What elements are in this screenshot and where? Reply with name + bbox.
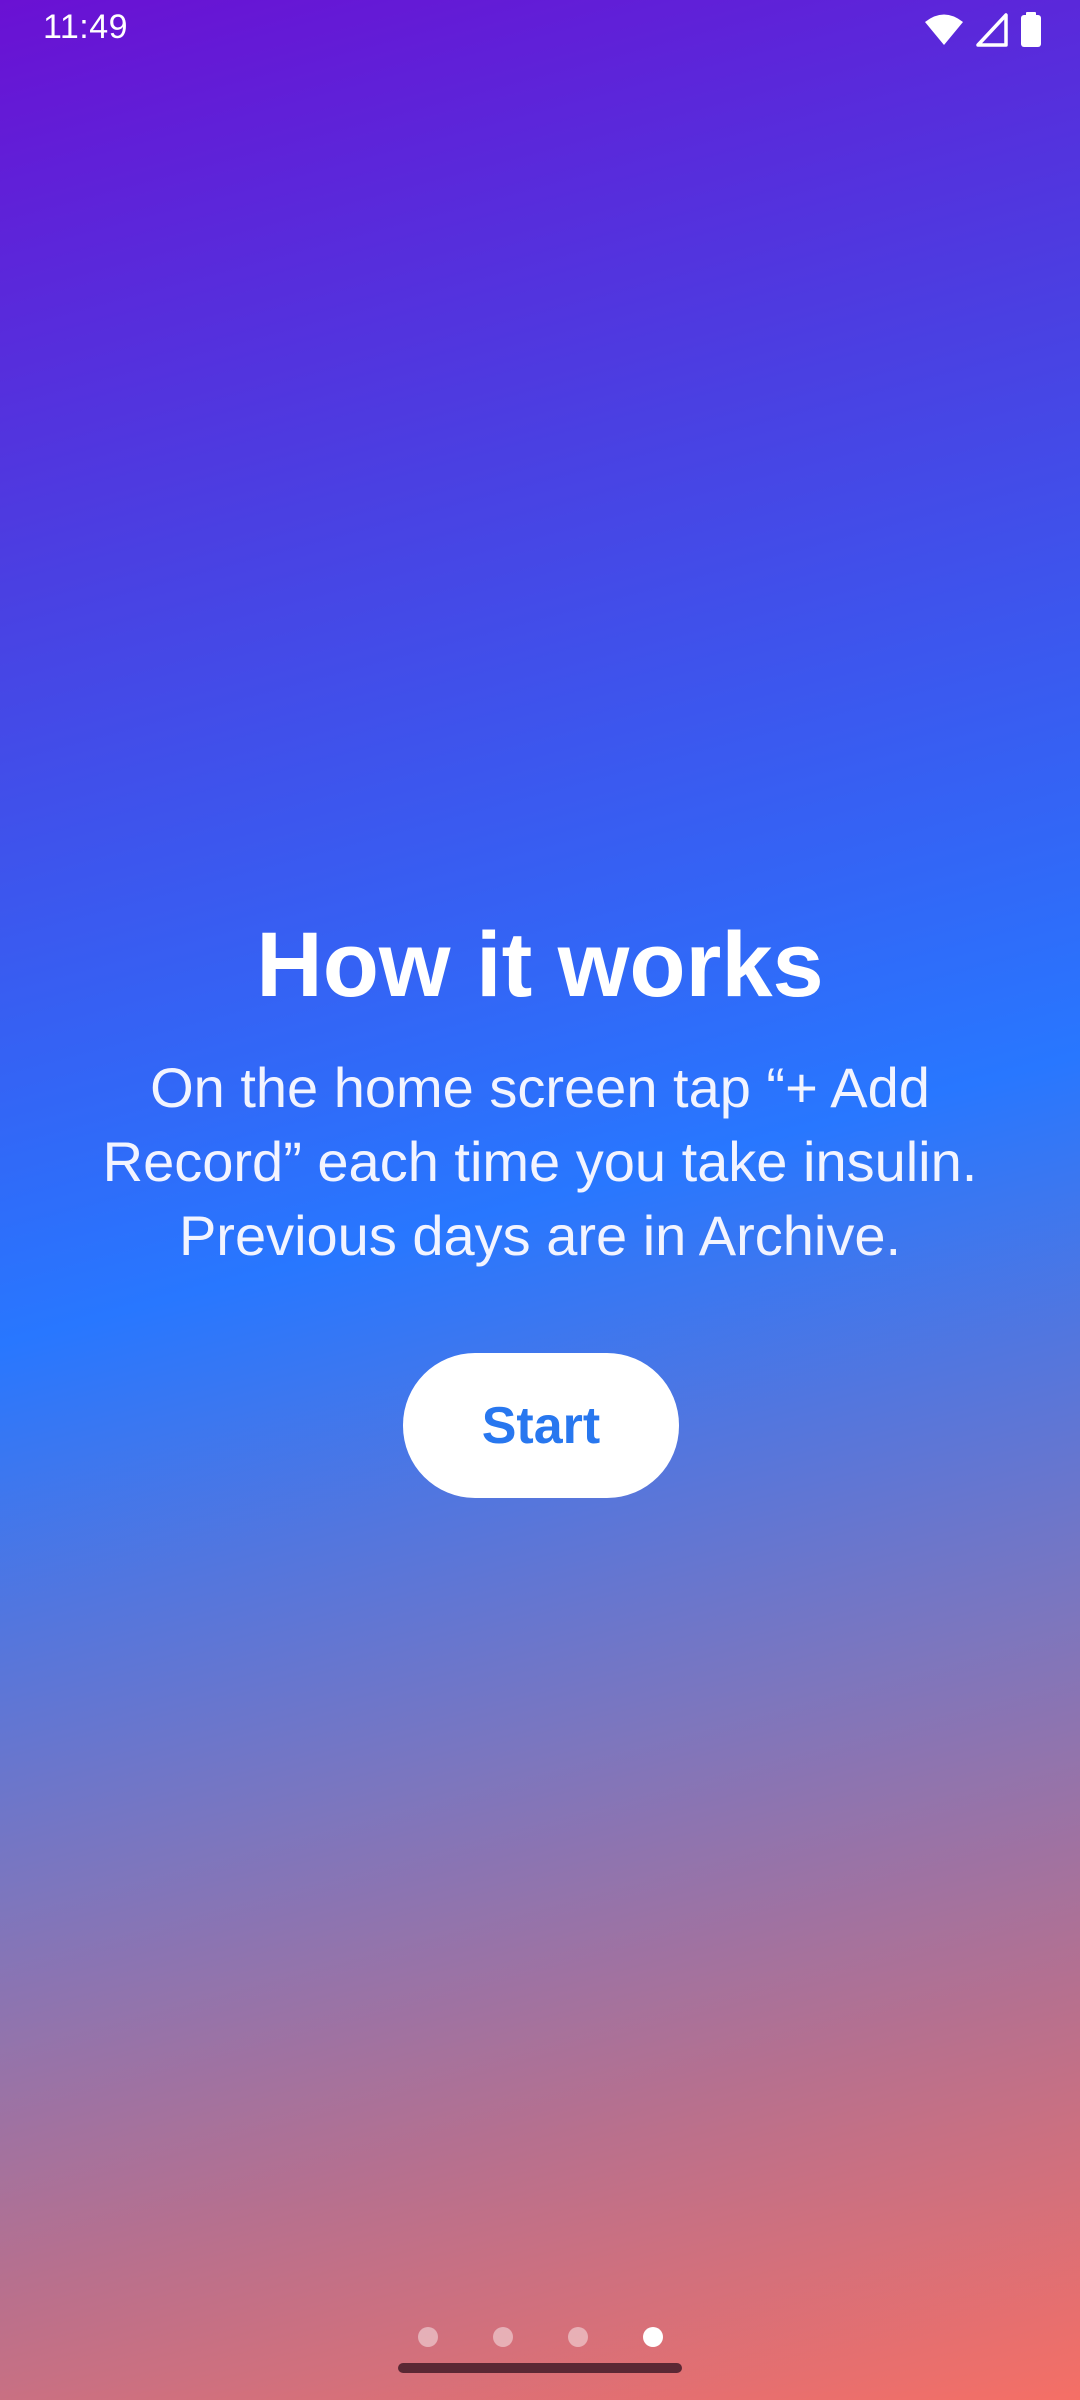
status-bar: 11:49: [0, 0, 1080, 60]
start-button[interactable]: Start: [403, 1353, 679, 1498]
gesture-nav-handle[interactable]: [398, 2363, 682, 2373]
description-line: Record” each time you take insulin.: [102, 1130, 978, 1193]
description-line: On the home screen tap “+ Add: [150, 1056, 930, 1119]
page-title: How it works: [256, 914, 824, 1016]
battery-icon: [1020, 12, 1042, 53]
wifi-icon: [924, 13, 964, 52]
page-dot-4-active[interactable]: [642, 2327, 663, 2347]
page-dot-2[interactable]: [492, 2327, 513, 2347]
status-icons: [924, 12, 1042, 53]
cellular-signal-icon: [976, 13, 1008, 52]
description-line: Previous days are in Archive.: [178, 1204, 902, 1267]
status-time: 11:49: [43, 8, 129, 46]
page-dot-1[interactable]: [417, 2327, 438, 2347]
page-dot-3[interactable]: [567, 2327, 588, 2347]
onboarding-description: On the home screen tap “+ Add Record” ea…: [20, 1051, 1060, 1273]
page-indicator: [0, 2327, 1080, 2347]
onboarding-content: How it works On the home screen tap “+ A…: [0, 905, 1080, 1273]
